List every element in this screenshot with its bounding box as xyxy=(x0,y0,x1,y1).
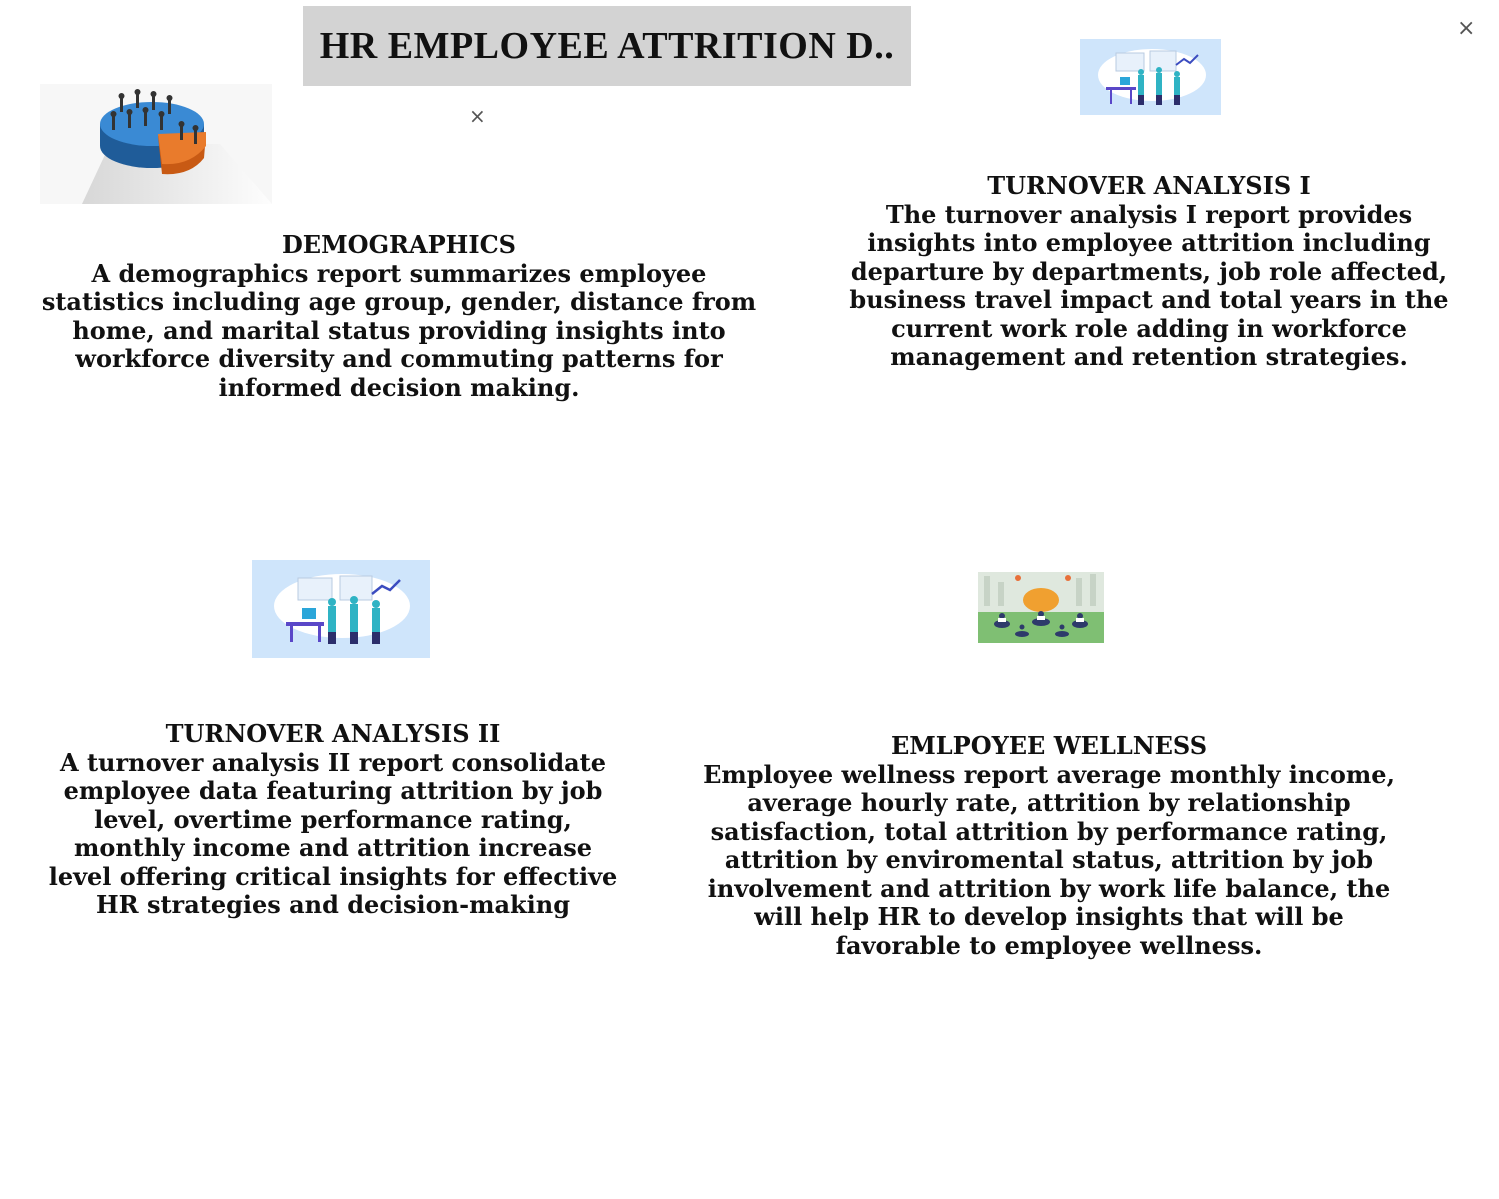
turnover-analysis-2-description: A turnover analysis II report consolidat… xyxy=(48,747,618,919)
turnover-analysis-1-description: The turnover analysis I report provides … xyxy=(849,199,1449,371)
page-title: HR EMPLOYEE ATTRITION D.. xyxy=(319,25,895,67)
team-analytics-illustration xyxy=(1080,39,1221,115)
employee-wellness-section: EMLPOYEE WELLNESS Employee wellness repo… xyxy=(690,731,1408,960)
close-icon[interactable]: × xyxy=(469,106,486,126)
turnover-analysis-2-heading: TURNOVER ANALYSIS II xyxy=(165,719,501,748)
turnover-analysis-1-section: TURNOVER ANALYSIS I The turnover analysi… xyxy=(848,171,1450,372)
employee-wellness-description: Employee wellness report average monthly… xyxy=(703,759,1395,960)
turnover-analysis-1-heading: TURNOVER ANALYSIS I xyxy=(987,171,1311,200)
turnover-analysis-2-section: TURNOVER ANALYSIS II A turnover analysis… xyxy=(40,719,626,920)
meditation-wellness-illustration xyxy=(978,572,1104,643)
page-title-banner: HR EMPLOYEE ATTRITION D.. xyxy=(303,6,911,86)
demographics-description: A demographics report summarizes employe… xyxy=(41,258,757,402)
employee-wellness-heading: EMLPOYEE WELLNESS xyxy=(890,731,1208,760)
demographics-section: DEMOGRAPHICS A demographics report summa… xyxy=(40,230,758,402)
demographics-heading: DEMOGRAPHICS xyxy=(281,230,517,259)
pie-chart-people-icon xyxy=(40,84,272,204)
team-analytics-illustration xyxy=(252,560,430,658)
close-icon[interactable]: × xyxy=(1457,18,1475,40)
